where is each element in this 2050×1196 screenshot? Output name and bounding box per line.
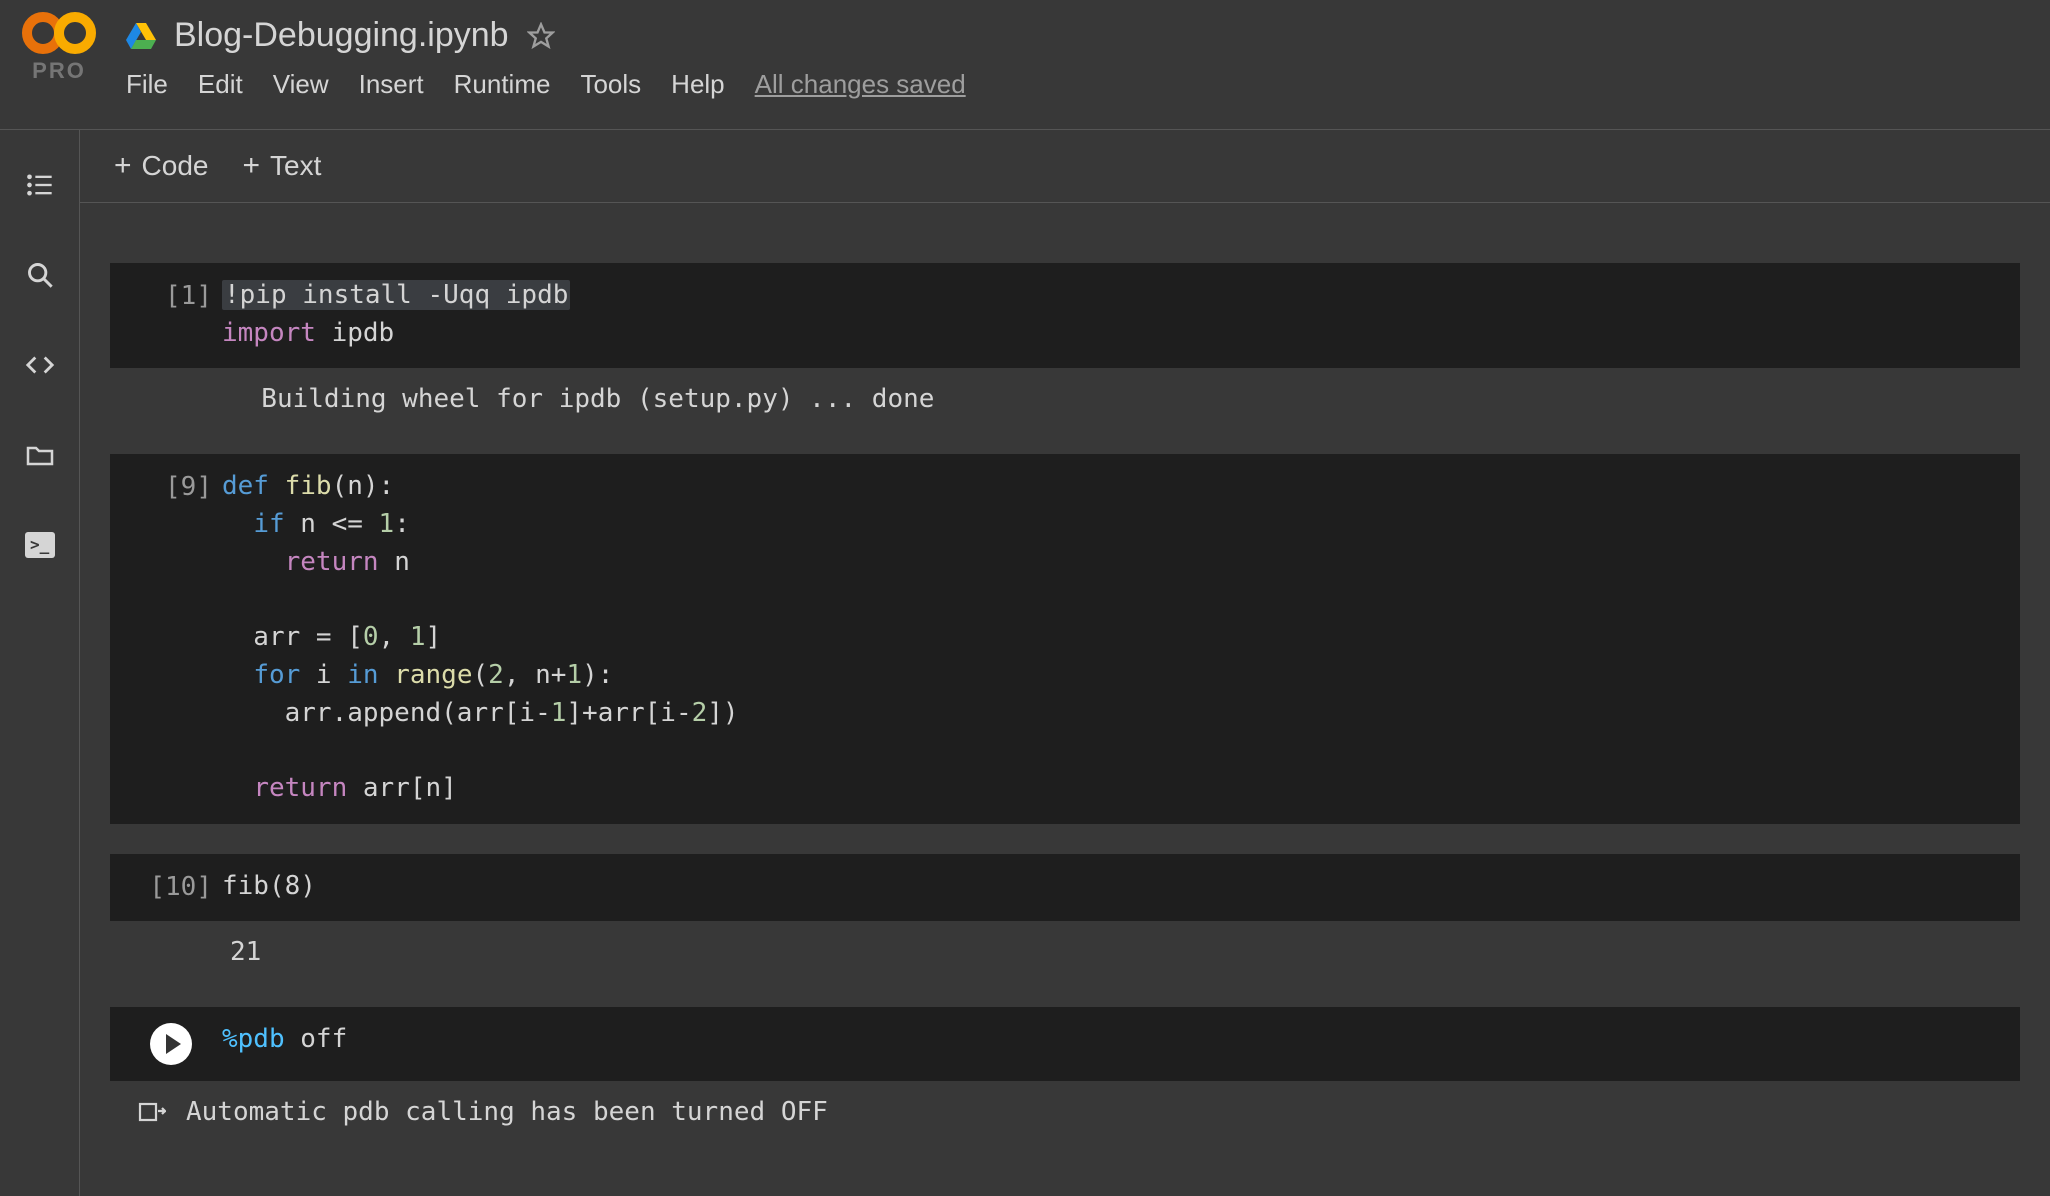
code-cell[interactable]: [10] fib(8) 21 <box>110 854 2020 978</box>
logo-column: PRO <box>20 10 98 84</box>
menu-insert[interactable]: Insert <box>359 69 424 100</box>
code-editor[interactable]: fib(8) <box>212 868 316 906</box>
star-icon[interactable] <box>527 22 555 50</box>
svg-text:>_: >_ <box>30 535 50 554</box>
menu-runtime[interactable]: Runtime <box>454 69 551 100</box>
search-icon[interactable] <box>25 260 55 290</box>
run-cell-button[interactable] <box>130 1021 212 1065</box>
cell-output: 21 <box>110 921 2020 977</box>
document-title[interactable]: Blog-Debugging.ipynb <box>174 16 509 55</box>
terminal-icon[interactable]: >_ <box>25 530 55 560</box>
execution-count[interactable]: [1] <box>130 277 212 311</box>
menu-edit[interactable]: Edit <box>198 69 243 100</box>
cell-input-row: [10] fib(8) <box>110 854 2020 922</box>
code-cell-active[interactable]: %pdb off Automatic pdb calling has been … <box>110 1007 2020 1127</box>
menu-view[interactable]: View <box>273 69 329 100</box>
play-icon[interactable] <box>150 1023 192 1065</box>
title-column: Blog-Debugging.ipynb File Edit View Inse… <box>126 10 966 100</box>
menu-bar: File Edit View Insert Runtime Tools Help… <box>126 55 966 100</box>
code-editor[interactable]: %pdb off <box>212 1021 347 1059</box>
code-cell[interactable]: [1] !pip install -Uqq ipdb import ipdb B… <box>110 263 2020 424</box>
code-cell[interactable]: [9] def fib(n): if n <= 1: return n arr … <box>110 454 2020 823</box>
main-column: +Code +Text [1] !pip install -Uqq ipdb i… <box>80 130 2050 1196</box>
notebook: [1] !pip install -Uqq ipdb import ipdb B… <box>80 203 2050 1157</box>
output-toggle-icon[interactable] <box>138 1099 166 1125</box>
snippets-icon[interactable] <box>25 350 55 380</box>
add-code-button[interactable]: +Code <box>114 150 208 182</box>
title-row: Blog-Debugging.ipynb <box>126 10 966 55</box>
menu-tools[interactable]: Tools <box>580 69 641 100</box>
code-editor[interactable]: !pip install -Uqq ipdb import ipdb <box>212 277 570 352</box>
cell-output-row: Automatic pdb calling has been turned OF… <box>110 1081 2020 1127</box>
cell-output: Building wheel for ipdb (setup.py) ... d… <box>110 368 2020 424</box>
execution-count[interactable]: [10] <box>130 868 212 902</box>
execution-count[interactable]: [9] <box>130 468 212 502</box>
left-rail: >_ <box>0 130 80 1196</box>
toc-icon[interactable] <box>25 170 55 200</box>
code-editor[interactable]: def fib(n): if n <= 1: return n arr = [0… <box>212 468 739 807</box>
toolbar: +Code +Text <box>80 130 2050 203</box>
drive-icon <box>126 23 156 49</box>
add-text-label: Text <box>270 150 321 182</box>
pro-label: PRO <box>32 58 86 84</box>
add-text-button[interactable]: +Text <box>242 150 321 182</box>
body-row: >_ +Code +Text [1] !pip install -Uqq ipd… <box>0 130 2050 1196</box>
cell-input-row: [9] def fib(n): if n <= 1: return n arr … <box>110 454 2020 823</box>
cell-input-row: %pdb off <box>110 1007 2020 1081</box>
cell-input-row: [1] !pip install -Uqq ipdb import ipdb <box>110 263 2020 368</box>
colab-logo-icon <box>20 10 98 56</box>
menu-help[interactable]: Help <box>671 69 724 100</box>
files-icon[interactable] <box>25 440 55 470</box>
menu-file[interactable]: File <box>126 69 168 100</box>
cell-output: Automatic pdb calling has been turned OF… <box>186 1097 828 1127</box>
save-status[interactable]: All changes saved <box>755 69 966 100</box>
add-code-label: Code <box>142 150 209 182</box>
header: PRO Blog-Debugging.ipynb File Edit View … <box>0 0 2050 130</box>
